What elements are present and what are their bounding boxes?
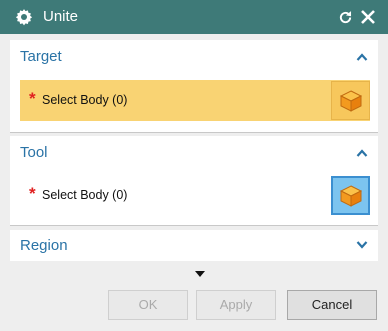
chevron-up-icon[interactable] — [356, 148, 368, 158]
section-divider — [10, 225, 378, 226]
region-panel[interactable]: Region — [10, 230, 378, 261]
target-select-body-row[interactable]: * Select Body (0) — [20, 80, 370, 121]
chevron-down-icon[interactable] — [356, 240, 368, 250]
gear-icon[interactable] — [15, 8, 33, 26]
title-bar: Unite — [0, 0, 388, 34]
more-options-icon[interactable] — [195, 271, 205, 277]
reset-icon[interactable] — [337, 9, 354, 26]
cube-icon — [339, 89, 362, 112]
tool-select-body-button[interactable] — [331, 176, 370, 215]
ok-button[interactable]: OK — [108, 290, 188, 320]
close-icon[interactable] — [360, 9, 376, 25]
target-panel-title: Target — [20, 48, 62, 65]
target-panel: Target * Select Body (0) — [10, 40, 378, 132]
required-mark: * — [29, 184, 36, 203]
chevron-up-icon[interactable] — [356, 52, 368, 62]
target-panel-header[interactable]: Target — [10, 40, 378, 74]
required-mark: * — [29, 89, 36, 108]
tool-panel-title: Tool — [20, 144, 48, 161]
tool-select-body-label: Select Body (0) — [42, 188, 128, 202]
apply-button[interactable]: Apply — [196, 290, 276, 320]
region-panel-title: Region — [20, 237, 68, 254]
cancel-button[interactable]: Cancel — [287, 290, 377, 320]
target-select-body-button[interactable] — [331, 81, 370, 120]
tool-panel-header[interactable]: Tool — [10, 136, 378, 170]
tool-panel: Tool * Select Body (0) — [10, 136, 378, 225]
tool-select-body-row[interactable]: * Select Body (0) — [20, 175, 370, 216]
target-select-body-label: Select Body (0) — [42, 93, 128, 107]
cube-icon — [339, 184, 362, 207]
section-divider — [10, 132, 378, 133]
window-title: Unite — [43, 8, 79, 25]
